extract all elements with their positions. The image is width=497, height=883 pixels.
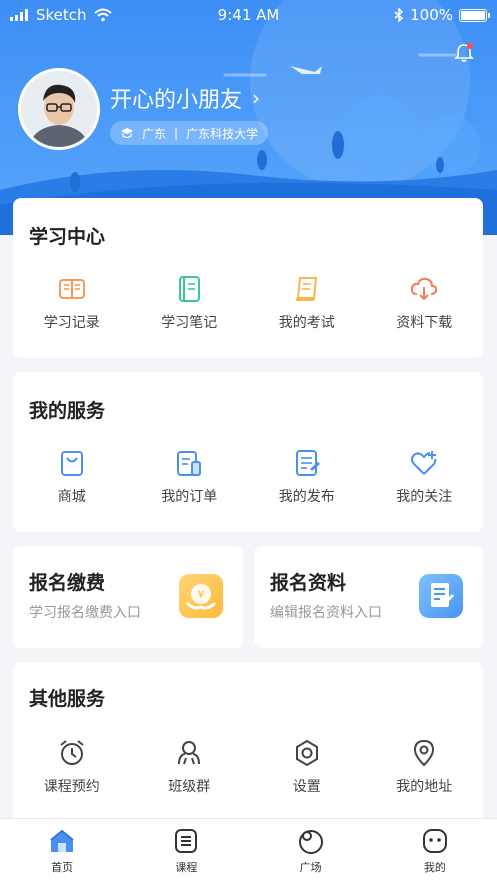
plaza-icon xyxy=(298,830,323,854)
download-label: 资料下载 xyxy=(396,315,453,331)
my-orders-label: 我的订单 xyxy=(161,489,218,505)
shopping-bag-icon xyxy=(60,451,83,476)
payment-icon: ¥ xyxy=(179,574,223,618)
course-booking-button[interactable]: 课程预约 xyxy=(13,738,131,796)
my-services-title: 我的服务 xyxy=(29,400,106,422)
my-follows-button[interactable]: 我的关注 xyxy=(366,448,484,506)
location-badge: 广东 | 广东科技大学 xyxy=(110,121,269,145)
my-exam-button[interactable]: 我的考试 xyxy=(248,274,366,332)
my-posts-label: 我的发布 xyxy=(278,489,335,505)
tab-home-label: 首页 xyxy=(51,861,74,874)
study-center-card: 学习中心 学习记录 学习笔记 我的考试 资料下载 xyxy=(13,198,483,358)
my-services-card: 我的服务 商城 我的订单 我的发布 我的关注 xyxy=(13,372,483,532)
registration-info-subtitle: 编辑报名资料入口 xyxy=(270,605,382,621)
download-button[interactable]: 资料下载 xyxy=(366,274,484,332)
svg-text:¥: ¥ xyxy=(198,588,205,601)
study-record-label: 学习记录 xyxy=(43,315,100,331)
province-label: 广东 xyxy=(142,126,167,141)
course-booking-label: 课程预约 xyxy=(43,779,100,795)
settings-label: 设置 xyxy=(292,779,321,795)
tab-course-label: 课程 xyxy=(175,861,198,874)
my-address-label: 我的地址 xyxy=(396,779,453,795)
exam-scroll-icon xyxy=(295,277,317,301)
tab-home[interactable]: 首页 xyxy=(0,819,124,883)
heart-plus-icon xyxy=(411,451,437,475)
home-icon xyxy=(50,829,74,852)
other-services-card: 其他服务 课程预约 班级群 设置 我的地址 xyxy=(13,662,483,832)
tab-plaza-label: 广场 xyxy=(299,861,322,874)
location-pin-icon xyxy=(414,739,435,767)
book-open-icon xyxy=(58,279,85,299)
registration-pay-card[interactable]: 报名缴费 学习报名缴费入口 ¥ xyxy=(13,546,243,648)
registration-pay-title: 报名缴费 xyxy=(29,572,106,594)
course-list-icon xyxy=(175,829,198,853)
bottom-tab-bar: 首页 课程 广场 我的 xyxy=(0,818,497,883)
study-record-button[interactable]: 学习记录 xyxy=(13,274,131,332)
my-address-button[interactable]: 我的地址 xyxy=(366,738,484,796)
battery-percent: 100% xyxy=(410,6,453,24)
class-group-label: 班级群 xyxy=(168,779,211,795)
tab-plaza[interactable]: 广场 xyxy=(249,819,373,883)
profile-face-icon xyxy=(422,829,447,853)
registration-pay-subtitle: 学习报名缴费入口 xyxy=(29,605,141,621)
tab-course[interactable]: 课程 xyxy=(124,819,248,883)
alarm-clock-icon xyxy=(60,740,84,765)
publish-icon xyxy=(295,450,320,476)
cloud-download-icon xyxy=(411,277,438,301)
settings-button[interactable]: 设置 xyxy=(248,738,366,796)
notification-bell-icon[interactable] xyxy=(453,42,475,64)
school-label: 广东科技大学 xyxy=(186,126,259,141)
mall-label: 商城 xyxy=(57,489,86,505)
my-exam-label: 我的考试 xyxy=(278,315,335,331)
mall-button[interactable]: 商城 xyxy=(13,448,131,506)
my-follows-label: 我的关注 xyxy=(396,489,453,505)
my-posts-button[interactable]: 我的发布 xyxy=(248,448,366,506)
other-services-title: 其他服务 xyxy=(29,688,106,710)
notebook-icon xyxy=(179,276,201,302)
study-center-title: 学习中心 xyxy=(29,226,106,248)
status-bar: Sketch 9:41 AM 100% xyxy=(0,0,497,30)
class-group-button[interactable]: 班级群 xyxy=(131,738,249,796)
avatar[interactable] xyxy=(18,68,100,150)
tab-mine-label: 我的 xyxy=(423,861,446,874)
battery-icon xyxy=(459,8,490,22)
username[interactable]: 开心的小朋友 › xyxy=(110,82,260,114)
edit-document-icon xyxy=(419,574,463,618)
school-icon xyxy=(121,128,133,139)
chevron-right-icon: › xyxy=(252,86,261,110)
settings-icon xyxy=(295,739,318,767)
separator: | xyxy=(174,126,179,140)
tab-mine[interactable]: 我的 xyxy=(373,819,497,883)
group-icon xyxy=(178,741,201,765)
user-portrait xyxy=(21,71,97,147)
order-icon xyxy=(177,451,202,476)
my-orders-button[interactable]: 我的订单 xyxy=(131,448,249,506)
bluetooth-icon xyxy=(394,8,404,22)
registration-info-title: 报名资料 xyxy=(270,572,347,594)
username-text: 开心的小朋友 xyxy=(110,88,243,113)
registration-info-card[interactable]: 报名资料 编辑报名资料入口 xyxy=(254,546,483,648)
study-notes-label: 学习笔记 xyxy=(161,315,218,331)
study-notes-button[interactable]: 学习笔记 xyxy=(131,274,249,332)
